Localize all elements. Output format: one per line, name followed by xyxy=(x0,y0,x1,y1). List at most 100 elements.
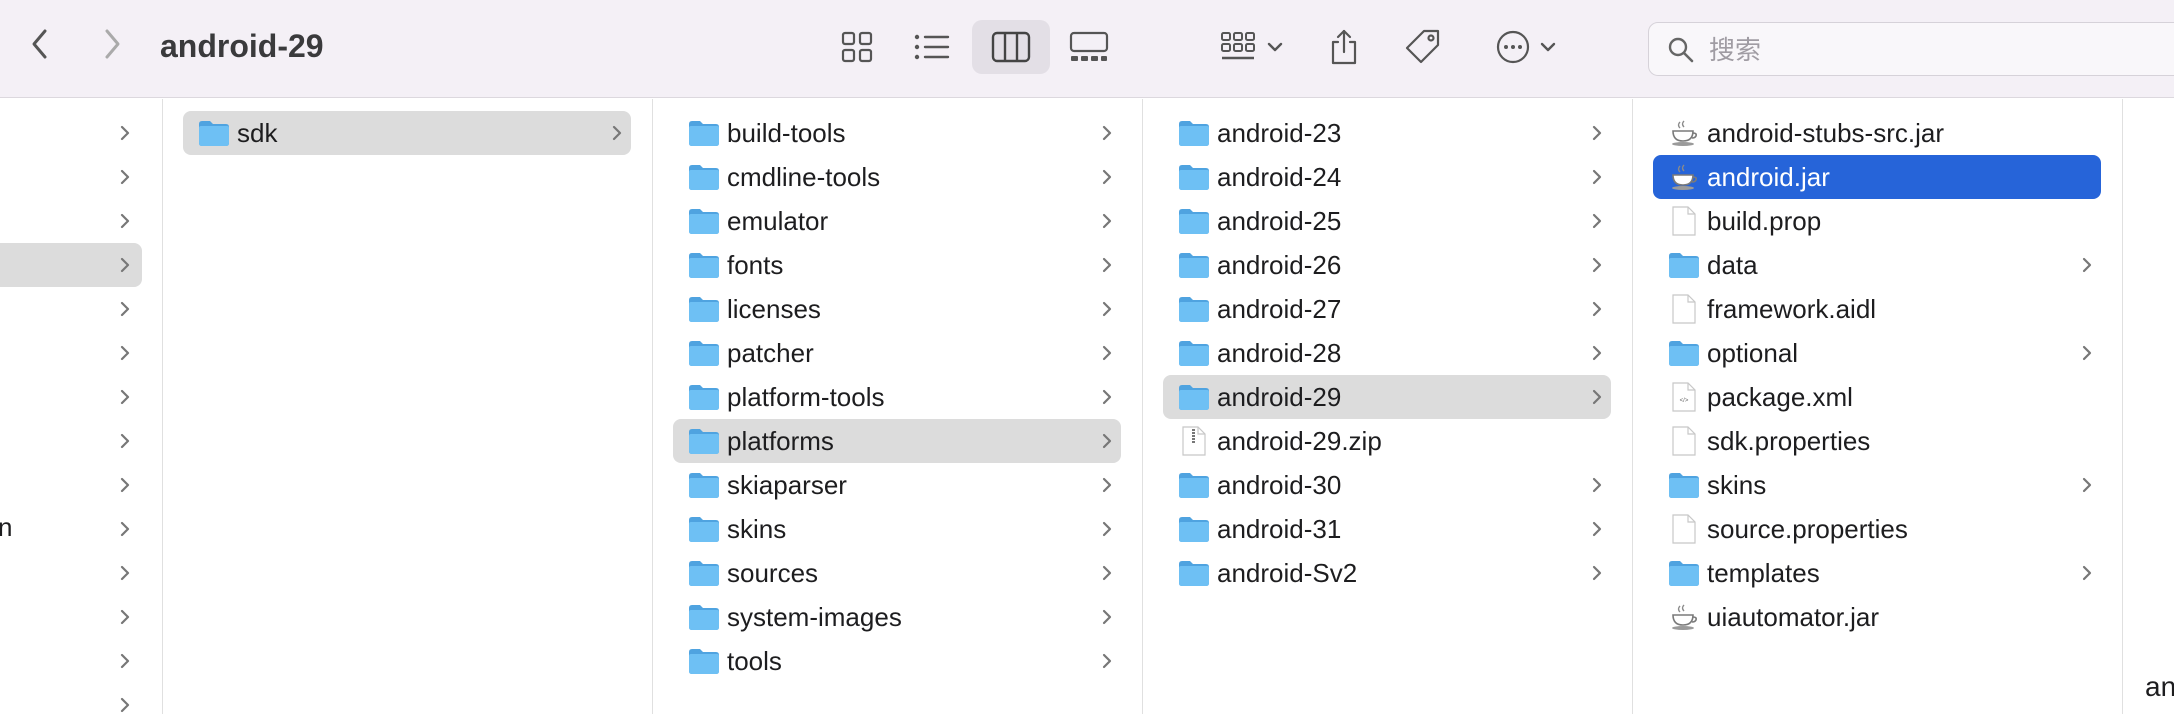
file-item-skins[interactable]: skins xyxy=(1633,463,2122,507)
file-item-label: android-30 xyxy=(1217,470,1342,500)
file-icon-wrapper xyxy=(688,382,720,412)
file-item-label: system-images xyxy=(727,602,902,632)
file-item-templates[interactable]: templates xyxy=(1633,551,2122,595)
file-item-sources[interactable]: sources xyxy=(653,551,1142,595)
file-icon-wrapper xyxy=(1668,250,1700,280)
file-item-optional[interactable]: optional xyxy=(1633,331,2122,375)
search-input[interactable] xyxy=(1707,31,2174,69)
list-item[interactable] xyxy=(0,419,162,463)
file-item-source-properties[interactable]: source.properties xyxy=(1633,507,2122,551)
list-item[interactable] xyxy=(0,507,162,551)
group-by-icon xyxy=(1221,32,1255,60)
list-item[interactable] xyxy=(0,331,162,375)
file-item-android-26[interactable]: android-26 xyxy=(1143,243,1632,287)
file-item-package-xml[interactable]: </> package.xml xyxy=(1633,375,2122,419)
file-item-label: cmdline-tools xyxy=(727,162,881,192)
list-item[interactable] xyxy=(0,375,162,419)
grid-view-button[interactable] xyxy=(832,20,882,74)
file-item-android-29[interactable]: android-29 xyxy=(1143,375,1632,419)
list-item[interactable] xyxy=(0,683,162,714)
disclosure-chevron xyxy=(118,518,132,540)
file-item-android-31[interactable]: android-31 xyxy=(1143,507,1632,551)
list-item[interactable] xyxy=(0,155,162,199)
folder-icon xyxy=(1179,165,1209,190)
file-item-build-prop[interactable]: build.prop xyxy=(1633,199,2122,243)
file-item-emulator[interactable]: emulator xyxy=(653,199,1142,243)
file-item-android-stubs-src-jar[interactable]: android-stubs-src.jar xyxy=(1633,111,2122,155)
file-item-android-jar[interactable]: android.jar xyxy=(1633,155,2122,199)
file-item-platform-tools[interactable]: platform-tools xyxy=(653,375,1142,419)
disclosure-chevron xyxy=(1590,386,1604,408)
file-item-android-29-zip[interactable]: android-29.zip xyxy=(1143,419,1632,463)
disclosure-chevron xyxy=(118,474,132,496)
list-item[interactable] xyxy=(0,111,162,155)
file-item-label: android-28 xyxy=(1217,338,1342,368)
disclosure-chevron xyxy=(1100,518,1114,540)
file-item-android-23[interactable]: android-23 xyxy=(1143,111,1632,155)
list-item[interactable] xyxy=(0,199,162,243)
file-item-sdk-properties[interactable]: sdk.properties xyxy=(1633,419,2122,463)
group-by-button[interactable] xyxy=(1210,20,1294,74)
file-item-cmdline-tools[interactable]: cmdline-tools xyxy=(653,155,1142,199)
disclosure-chevron xyxy=(1590,166,1604,188)
file-item-label: skins xyxy=(1707,470,1767,500)
chevron-right-icon xyxy=(1102,521,1112,537)
column-parent: n xyxy=(0,99,163,714)
back-button[interactable] xyxy=(18,22,62,66)
disclosure-chevron xyxy=(118,606,132,628)
file-item-build-tools[interactable]: build-tools xyxy=(653,111,1142,155)
chevron-right-icon xyxy=(1102,477,1112,493)
share-button[interactable] xyxy=(1320,20,1368,74)
file-item-skins[interactable]: skins xyxy=(653,507,1142,551)
file-item-sdk[interactable]: sdk xyxy=(163,111,652,155)
file-item-licenses[interactable]: licenses xyxy=(653,287,1142,331)
list-item[interactable] xyxy=(0,243,162,287)
file-item-skiaparser[interactable]: skiaparser xyxy=(653,463,1142,507)
chevron-right-icon xyxy=(1592,565,1602,581)
file-item-system-images[interactable]: system-images xyxy=(653,595,1142,639)
file-item-android-24[interactable]: android-24 xyxy=(1143,155,1632,199)
folder-icon xyxy=(689,341,719,366)
list-item[interactable] xyxy=(0,595,162,639)
list-view-button[interactable] xyxy=(904,20,960,74)
file-item-label: sdk.properties xyxy=(1707,426,1871,456)
file-icon-wrapper xyxy=(688,470,720,500)
disclosure-chevron xyxy=(1100,254,1114,276)
file-icon-wrapper xyxy=(1178,118,1210,148)
file-icon-wrapper xyxy=(1178,250,1210,280)
file-item-android-27[interactable]: android-27 xyxy=(1143,287,1632,331)
column-view-button[interactable] xyxy=(972,20,1050,74)
file-icon-wrapper xyxy=(1178,162,1210,192)
file-item-platforms[interactable]: platforms xyxy=(653,419,1142,463)
disclosure-chevron xyxy=(1590,298,1604,320)
file-item-data[interactable]: data xyxy=(1633,243,2122,287)
file-item-android-30[interactable]: android-30 xyxy=(1143,463,1632,507)
file-item-uiautomator-jar[interactable]: uiautomator.jar xyxy=(1633,595,2122,639)
file-item-patcher[interactable]: patcher xyxy=(653,331,1142,375)
file-item-tools[interactable]: tools xyxy=(653,639,1142,683)
gallery-view-button[interactable] xyxy=(1062,20,1116,74)
list-item[interactable] xyxy=(0,287,162,331)
forward-button[interactable] xyxy=(90,22,134,66)
tag-button[interactable] xyxy=(1398,20,1448,74)
list-item[interactable] xyxy=(0,639,162,683)
file-item-framework-aidl[interactable]: framework.aidl xyxy=(1633,287,2122,331)
svg-text:</>: </> xyxy=(1680,398,1689,404)
file-item-label: android-25 xyxy=(1217,206,1342,236)
disclosure-chevron xyxy=(1100,474,1114,496)
file-item-label: android-31 xyxy=(1217,514,1342,544)
more-actions-button[interactable] xyxy=(1484,20,1568,74)
folder-icon xyxy=(689,165,719,190)
file-icon-wrapper xyxy=(688,338,720,368)
list-item[interactable] xyxy=(0,463,162,507)
file-item-fonts[interactable]: fonts xyxy=(653,243,1142,287)
file-item-android-sv2[interactable]: android-Sv2 xyxy=(1143,551,1632,595)
file-item-android-25[interactable]: android-25 xyxy=(1143,199,1632,243)
list-item[interactable] xyxy=(0,551,162,595)
file-item-android-28[interactable]: android-28 xyxy=(1143,331,1632,375)
folder-icon xyxy=(1669,341,1699,366)
file-item-label: android-29.zip xyxy=(1217,426,1382,456)
file-item-label: skiaparser xyxy=(727,470,847,500)
search-field[interactable] xyxy=(1648,22,2174,76)
chevron-right-icon xyxy=(120,565,130,581)
